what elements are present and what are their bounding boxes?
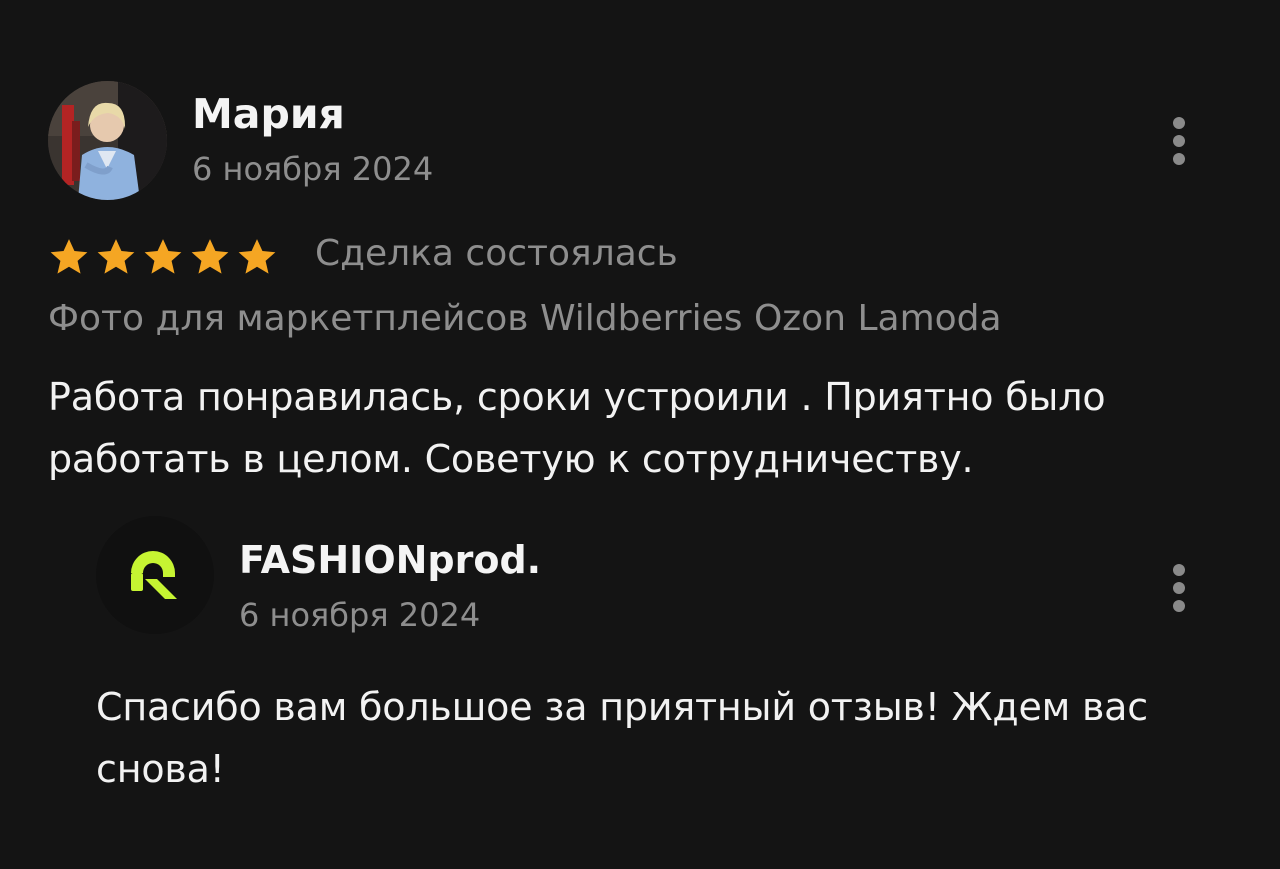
review-author-name[interactable]: Мария [192, 90, 345, 138]
more-vertical-icon-dot [1173, 135, 1185, 147]
reply-date: 6 ноября 2024 [239, 596, 481, 634]
fashionprod-logo-icon [131, 551, 177, 599]
review-date: 6 ноября 2024 [192, 150, 434, 188]
more-vertical-icon [1173, 564, 1185, 576]
star-icon [97, 239, 135, 274]
review-text: Работа понравилась, сроки устроили . При… [48, 375, 1106, 481]
reply-text: Спасибо вам большое за приятный отзыв! Ж… [96, 685, 1148, 791]
more-vertical-icon-dot [1173, 582, 1185, 594]
user-photo-icon [48, 81, 167, 200]
star-icon [144, 239, 182, 274]
star-icon [50, 239, 88, 274]
deal-status: Сделка состоялась [315, 233, 678, 274]
reply-more-menu-button[interactable] [1167, 564, 1191, 612]
service-name[interactable]: Фото для маркетплейсов Wildberries Ozon … [48, 298, 1002, 339]
more-vertical-icon-dot [1173, 153, 1185, 165]
more-vertical-icon-dot [1173, 600, 1185, 612]
seller-name[interactable]: FASHIONprod. [239, 538, 541, 582]
review-more-menu-button[interactable] [1167, 117, 1191, 165]
rating-stars [48, 232, 278, 282]
user-avatar[interactable] [48, 81, 167, 200]
star-icon [191, 239, 229, 274]
more-vertical-icon [1173, 117, 1185, 129]
seller-avatar[interactable] [96, 516, 214, 634]
star-icon [238, 239, 276, 274]
